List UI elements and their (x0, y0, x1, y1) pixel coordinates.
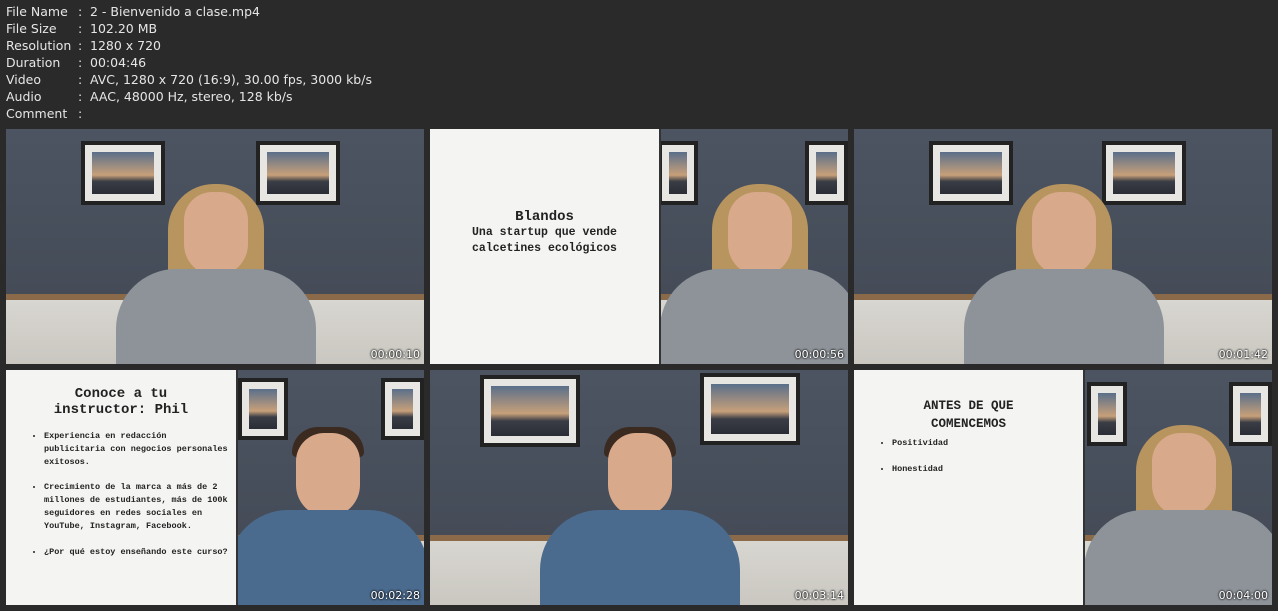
presenter (1084, 370, 1272, 605)
timestamp: 00:03:14 (794, 589, 844, 602)
slide-subtitle: Una startup que vende calcetines ecológi… (472, 226, 617, 255)
thumbnail-2[interactable]: Blandos Una startup que vende calcetines… (430, 129, 848, 364)
presenter (660, 129, 848, 364)
info-row-video: Video: AVC, 1280 x 720 (16:9), 30.00 fps,… (6, 72, 372, 87)
timestamp: 00:01:42 (1218, 348, 1268, 361)
timestamp: 00:00:10 (370, 348, 420, 361)
bullet-item: ¿Por qué estoy enseñando este curso? (44, 546, 228, 559)
bullet-item: Experiencia en redacción publicitaria co… (44, 430, 228, 468)
bullet-item: Positividad (892, 437, 1075, 450)
instructor-slide: Conoce a tu instructor: Phil Experiencia… (6, 370, 238, 605)
info-row-file-size: File Size:102.20 MB (6, 21, 158, 36)
bullet-item: Honestidad (892, 463, 1075, 476)
timestamp: 00:00:56 (794, 348, 844, 361)
slide-bullets: Experiencia en redacción publicitaria co… (6, 430, 236, 558)
info-row-file-name: File Name:2 - Bienvenido a clase.mp4 (6, 4, 260, 19)
bullet-item: Crecimiento de la marca a más de 2 millo… (44, 481, 228, 532)
slide-bullets: Positividad Honestidad (854, 437, 1083, 476)
info-row-resolution: Resolution:1280 x 720 (6, 38, 162, 53)
file-info: File Name:2 - Bienvenido a clase.mp4 Fil… (6, 3, 372, 122)
instructor (228, 370, 424, 605)
info-row-audio: Audio: AAC, 48000 Hz, stereo, 128 kb/s (6, 89, 293, 104)
presenter (964, 129, 1164, 364)
slide-title: ANTES DE QUE COMENCEMOS (923, 399, 1014, 431)
info-row-duration: Duration:00:04:46 (6, 55, 147, 70)
slide-title: Conoce a tu instructor: Phil (53, 386, 189, 418)
presenter (116, 129, 316, 364)
thumbnail-1[interactable]: 00:00:10 (6, 129, 424, 364)
thumbnail-4[interactable]: Conoce a tu instructor: Phil Experiencia… (6, 370, 424, 605)
slide-title: Blandos (515, 209, 574, 225)
thumbnail-3[interactable]: 00:01:42 (854, 129, 1272, 364)
title-slide: Blandos Una startup que vende calcetines… (430, 129, 661, 364)
instructor (540, 370, 740, 605)
timestamp: 00:02:28 (370, 589, 420, 602)
thumbnail-5[interactable]: 00:03:14 (430, 370, 848, 605)
info-row-comment: Comment: (6, 106, 83, 121)
agenda-slide: ANTES DE QUE COMENCEMOS Positividad Hone… (854, 370, 1085, 605)
thumbnail-6[interactable]: ANTES DE QUE COMENCEMOS Positividad Hone… (854, 370, 1272, 605)
timestamp: 00:04:00 (1218, 589, 1268, 602)
